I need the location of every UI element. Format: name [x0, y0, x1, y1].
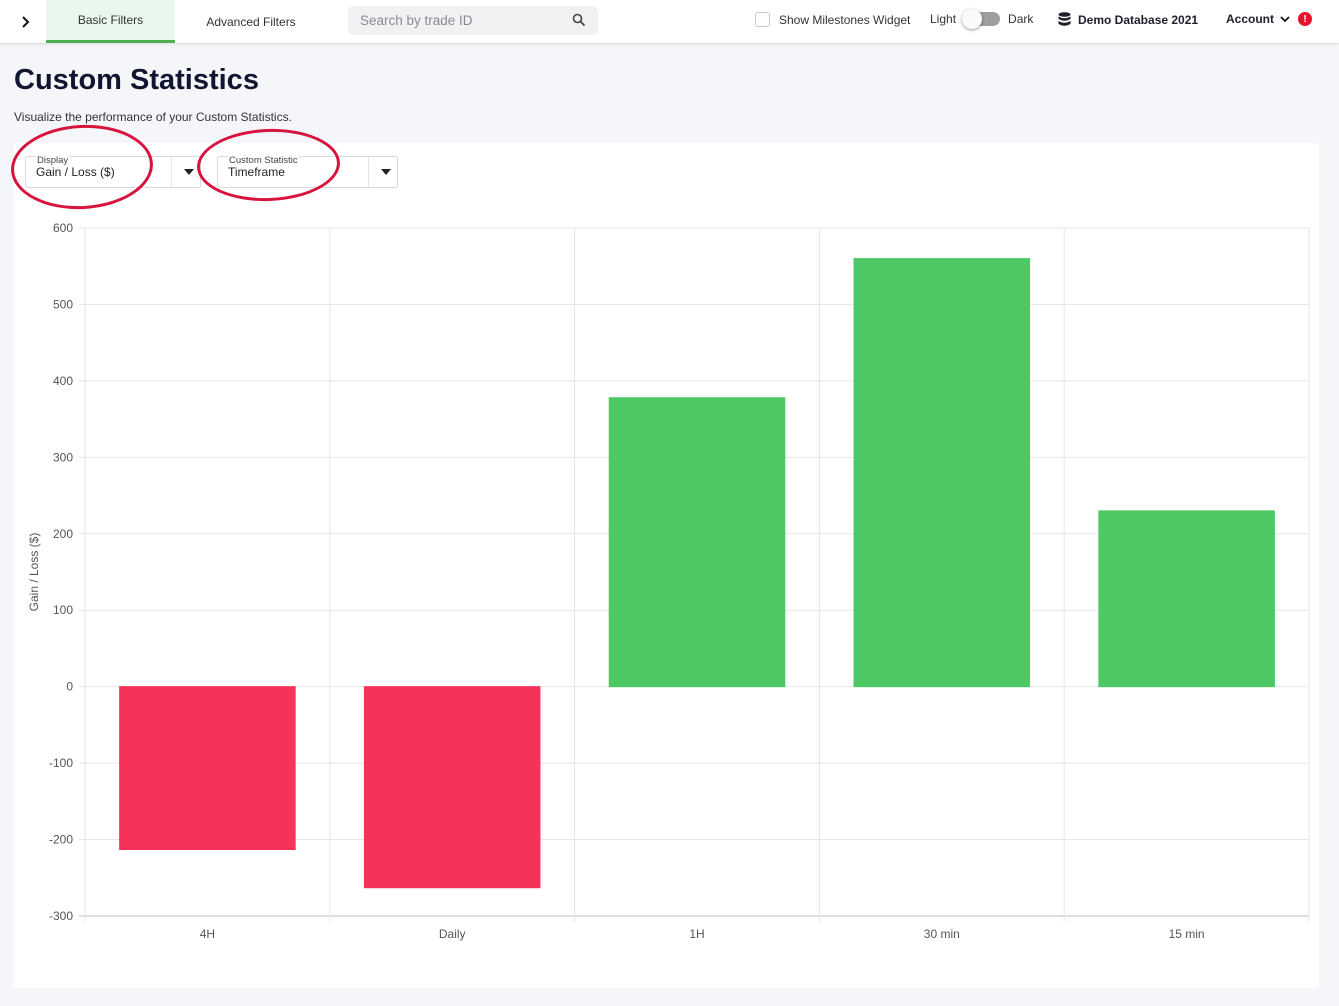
search-input[interactable]	[360, 13, 560, 28]
alert-icon[interactable]: !	[1298, 12, 1312, 26]
page-title: Custom Statistics	[14, 64, 259, 96]
y-tick-label: 500	[53, 297, 73, 311]
x-tick-label: 15 min	[1169, 927, 1205, 941]
dropdown-arrow-icon[interactable]	[184, 169, 194, 175]
y-tick-label: -200	[49, 833, 73, 847]
bar-15-min[interactable]	[1098, 510, 1275, 688]
theme-switch: Light Dark	[930, 9, 1034, 29]
chart-panel: 600 500 400 300 200 100 0 -100 -200 -300 4H Daily 1H…	[8, 121, 1319, 988]
custom-statistic-select-divider	[368, 157, 369, 187]
bar-daily[interactable]	[363, 686, 541, 889]
bar-30-min[interactable]	[853, 258, 1031, 688]
milestones-label: Show Milestones Widget	[779, 12, 911, 27]
bar-4h[interactable]	[119, 686, 296, 850]
milestones-checkbox[interactable]	[755, 12, 770, 27]
y-tick-label: 100	[53, 603, 73, 617]
y-tick-label: 600	[53, 221, 73, 235]
database-selector[interactable]: Demo Database 2021	[1058, 12, 1198, 27]
x-tick-label: 1H	[689, 927, 704, 941]
top-bar: Basic Filters Advanced Filters Show Mile…	[0, 0, 1339, 44]
theme-light-label: Light	[930, 12, 957, 26]
account-label: Account	[1226, 12, 1274, 26]
y-tick-label: 400	[53, 374, 73, 388]
theme-toggle[interactable]	[962, 9, 1001, 29]
dropdown-arrow-icon[interactable]	[381, 169, 391, 175]
x-tick-label: 30 min	[924, 927, 960, 941]
chevron-down-icon	[1280, 15, 1290, 22]
search-icon[interactable]	[572, 13, 586, 32]
database-name: Demo Database 2021	[1078, 12, 1199, 27]
expand-sidebar-button[interactable]	[14, 10, 38, 34]
toggle-knob	[962, 9, 983, 29]
search-box	[348, 6, 598, 35]
x-tick-label: 4H	[200, 927, 215, 941]
chevron-right-icon	[22, 16, 30, 28]
account-menu[interactable]: Account !	[1226, 12, 1312, 26]
bar-1h[interactable]	[608, 397, 786, 688]
page-subtitle: Visualize the performance of your Custom…	[14, 110, 292, 124]
y-tick-label: 300	[53, 450, 73, 464]
tab-advanced-filters[interactable]: Advanced Filters	[187, 0, 315, 43]
bar-chart: 600 500 400 300 200 100 0 -100 -200 -300 4H Daily 1H…	[27, 221, 1310, 941]
y-tick-label: 0	[66, 680, 73, 694]
x-tick-label: Daily	[439, 927, 466, 941]
y-tick-label: 200	[53, 527, 73, 541]
milestones-widget-toggle[interactable]: Show Milestones Widget	[755, 12, 910, 27]
tab-basic-filters[interactable]: Basic Filters	[46, 0, 175, 43]
y-tick-label: -300	[49, 909, 73, 923]
theme-dark-label: Dark	[1008, 12, 1034, 26]
database-icon	[1058, 12, 1071, 26]
y-axis-label: Gain / Loss ($)	[27, 533, 41, 612]
y-tick-label: -100	[49, 756, 73, 770]
display-select-divider	[171, 157, 172, 187]
